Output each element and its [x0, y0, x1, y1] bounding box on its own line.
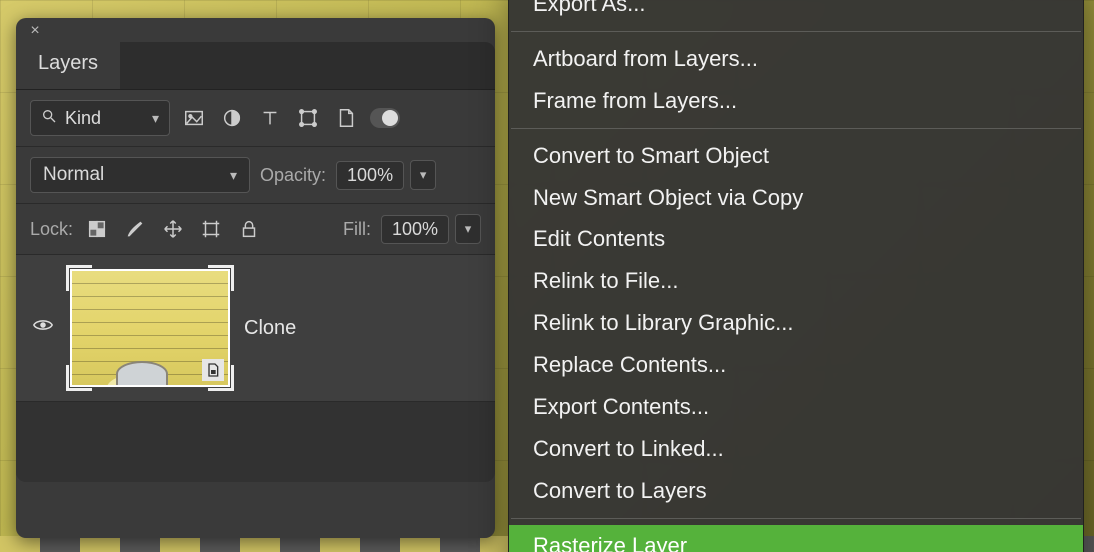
menu-item[interactable]: Relink to File...	[509, 260, 1083, 302]
fill-label: Fill:	[343, 219, 371, 240]
menu-item[interactable]: Export Contents...	[509, 386, 1083, 428]
filter-shape-icon[interactable]	[294, 104, 322, 132]
filter-kind-label: Kind	[65, 108, 101, 129]
layer-thumbnail[interactable]	[70, 269, 230, 387]
menu-item[interactable]: Convert to Linked...	[509, 428, 1083, 470]
layer-name[interactable]: Clone	[244, 317, 296, 340]
menu-item[interactable]: Relink to Library Graphic...	[509, 302, 1083, 344]
menu-item[interactable]: Convert to Layers	[509, 470, 1083, 512]
lock-move-icon[interactable]	[159, 215, 187, 243]
fill-control[interactable]: 100% ▾	[381, 214, 481, 244]
menu-item[interactable]: Export As...	[509, 0, 1083, 25]
blend-mode-select[interactable]: Normal ▾	[30, 157, 250, 193]
opacity-value[interactable]: 100%	[336, 161, 404, 190]
menu-item[interactable]: Edit Contents	[509, 218, 1083, 260]
tabstrip-empty	[120, 42, 495, 89]
smart-object-badge-icon	[202, 359, 224, 381]
opacity-label: Opacity:	[260, 165, 326, 186]
layers-panel: × Layers Kind ▾ Norma	[16, 18, 495, 538]
menu-item[interactable]: Replace Contents...	[509, 344, 1083, 386]
menu-item[interactable]: Convert to Smart Object	[509, 135, 1083, 177]
menu-item[interactable]: Frame from Layers...	[509, 80, 1083, 122]
filter-type-icon[interactable]	[256, 104, 284, 132]
menu-separator	[511, 518, 1081, 519]
menu-separator	[511, 31, 1081, 32]
menu-item[interactable]: New Smart Object via Copy	[509, 177, 1083, 219]
lock-label: Lock:	[30, 219, 73, 240]
blend-mode-value: Normal	[43, 164, 104, 186]
fill-chevron[interactable]: ▾	[455, 214, 481, 244]
blend-opacity-row: Normal ▾ Opacity: 100% ▾	[16, 146, 495, 204]
filter-smartobject-icon[interactable]	[332, 104, 360, 132]
search-icon	[41, 108, 57, 129]
filter-toggle[interactable]	[370, 108, 400, 128]
opacity-chevron[interactable]: ▾	[410, 160, 436, 190]
filter-pixel-icon[interactable]	[180, 104, 208, 132]
menu-item[interactable]: Artboard from Layers...	[509, 38, 1083, 80]
tab-layers[interactable]: Layers	[16, 42, 120, 89]
layer-context-menu: Export As... Artboard from Layers...Frame…	[508, 0, 1084, 552]
menu-separator	[511, 128, 1081, 129]
lock-artboard-icon[interactable]	[197, 215, 225, 243]
chevron-down-icon: ▾	[152, 110, 159, 127]
lock-all-icon[interactable]	[235, 215, 263, 243]
layer-row[interactable]: Clone	[16, 254, 495, 402]
visibility-eye-icon[interactable]	[30, 314, 56, 342]
lock-transparent-icon[interactable]	[83, 215, 111, 243]
lock-brush-icon[interactable]	[121, 215, 149, 243]
layer-filter-row: Kind ▾	[16, 90, 495, 146]
menu-item[interactable]: Rasterize Layer	[509, 525, 1083, 552]
lock-fill-row: Lock: Fill: 100% ▾	[16, 204, 495, 254]
opacity-control[interactable]: 100% ▾	[336, 160, 436, 190]
fill-value[interactable]: 100%	[381, 215, 449, 244]
filter-adjustment-icon[interactable]	[218, 104, 246, 132]
panel-close-button[interactable]: ×	[26, 24, 44, 42]
filter-kind-select[interactable]: Kind ▾	[30, 100, 170, 136]
layers-empty-area	[16, 402, 495, 482]
chevron-down-icon: ▾	[230, 167, 237, 184]
panel-tabs: Layers	[16, 18, 495, 90]
